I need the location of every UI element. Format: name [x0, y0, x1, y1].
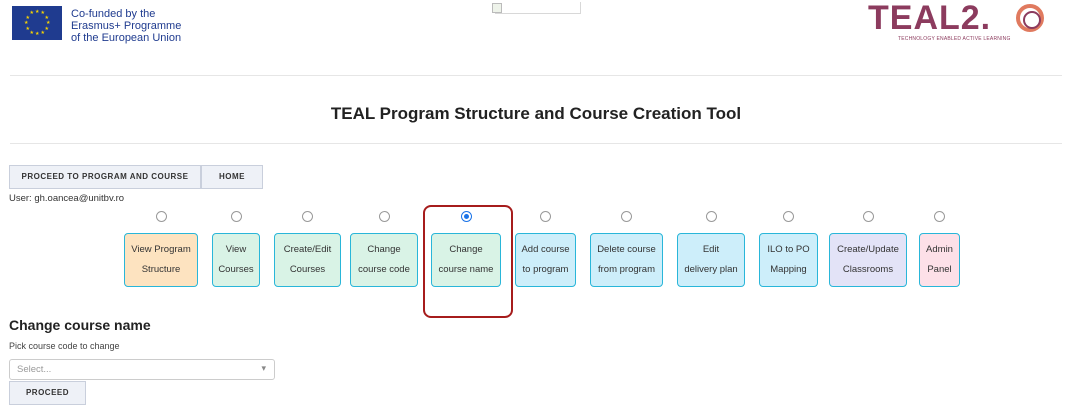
- step-card-label: Courses: [218, 264, 254, 275]
- step-card-label: Mapping: [770, 264, 807, 275]
- eu-text-line: Erasmus+ Programme: [71, 20, 182, 32]
- step-card[interactable]: Admin Panel: [919, 233, 960, 287]
- select-placeholder: Select...: [17, 364, 52, 375]
- step-card[interactable]: Create/Update Classrooms: [829, 233, 907, 287]
- eu-cofunded-text: Co-funded by the Erasmus+ Programme of t…: [71, 8, 181, 44]
- divider: [10, 75, 1062, 76]
- step-card-label: from program: [597, 264, 655, 275]
- step-radio[interactable]: [863, 211, 874, 222]
- step-card-label: Structure: [141, 264, 181, 275]
- step-radio[interactable]: [302, 211, 313, 222]
- course-code-select[interactable]: Select... ▾: [9, 359, 275, 380]
- eu-star-icon: ★: [25, 14, 30, 21]
- step-card-label: Classrooms: [842, 264, 894, 275]
- eu-text-line: of the European Union: [71, 32, 182, 44]
- page-title: TEAL Program Structure and Course Creati…: [330, 104, 742, 123]
- step-card-label: Admin: [926, 244, 953, 255]
- step-card[interactable]: Add course to program: [515, 233, 576, 287]
- step-card[interactable]: Delete course from program: [590, 233, 663, 287]
- chevron-down-icon: ▾: [261, 363, 266, 373]
- eu-star-icon: ★: [35, 9, 40, 15]
- step-card-label: Panel: [927, 264, 952, 275]
- eu-flag-logo: ★ ★ ★ ★ ★ ★ ★ ★ ★ ★ ★ ★: [12, 6, 62, 40]
- home-button[interactable]: HOME: [201, 165, 263, 189]
- eu-text-line: Co-funded by the: [71, 8, 156, 20]
- step-card-label: Add course: [521, 244, 570, 255]
- proceed-to-program-button[interactable]: PROCEED TO PROGRAM AND COURSE: [9, 165, 201, 189]
- step-radio[interactable]: [540, 211, 551, 222]
- step-card-label: delivery plan: [684, 264, 738, 275]
- step-card-label: Create/Edit: [283, 244, 332, 255]
- step-card-label: Edit: [702, 244, 720, 255]
- step-card-label: course code: [358, 264, 410, 275]
- section-hint: Pick course code to change: [9, 341, 120, 351]
- eu-star-icon: ★: [35, 31, 40, 37]
- eu-star-icon: ★: [24, 20, 29, 26]
- step-card-label: View Program: [131, 244, 191, 255]
- section-title: Change course name: [9, 317, 151, 333]
- step-radio[interactable]: [379, 211, 390, 222]
- eu-star-icon: ★: [44, 25, 49, 32]
- step-radio[interactable]: [934, 211, 945, 222]
- teal2-logo-tagline: TECHNOLOGY ENABLED ACTIVE LEARNING: [898, 36, 1011, 42]
- step-radio[interactable]: [156, 211, 167, 222]
- step-radio[interactable]: [231, 211, 242, 222]
- proceed-button[interactable]: PROCEED: [9, 381, 86, 405]
- step-radio[interactable]: [621, 211, 632, 222]
- step-card[interactable]: Change course code: [350, 233, 418, 287]
- eu-star-icon: ★: [40, 29, 45, 36]
- step-radio[interactable]: [706, 211, 717, 222]
- step-card-label: View: [225, 244, 247, 255]
- step-card-label: to program: [522, 264, 569, 275]
- step-card-label: Delete course: [597, 244, 656, 255]
- eu-star-icon: ★: [46, 20, 51, 26]
- user-email: User: gh.oancea@unitbv.ro: [9, 193, 125, 204]
- eu-star-icon: ★: [25, 25, 30, 32]
- eu-star-icon: ★: [29, 29, 34, 36]
- teal2-logo-circle: [1016, 4, 1044, 32]
- divider: [10, 143, 1062, 144]
- step-card-label: Courses: [289, 264, 326, 275]
- broken-image-icon: [492, 2, 581, 14]
- step-card[interactable]: Edit delivery plan: [677, 233, 745, 287]
- step-card-label: Change: [367, 244, 401, 255]
- teal2-logo-word: TEAL2.: [868, 0, 992, 37]
- step-card[interactable]: View Program Structure: [124, 233, 198, 287]
- selection-highlight: [423, 205, 513, 318]
- step-card[interactable]: View Courses: [212, 233, 260, 287]
- eu-star-icon: ★: [44, 14, 49, 21]
- step-card-label: ILO to PO: [767, 244, 810, 255]
- step-card-label: Create/Update: [837, 244, 899, 255]
- step-radio[interactable]: [783, 211, 794, 222]
- eu-star-icon: ★: [29, 10, 34, 17]
- step-card[interactable]: ILO to PO Mapping: [759, 233, 818, 287]
- teal2-logo: TEAL2. TECHNOLOGY ENABLED ACTIVE LEARNIN…: [868, 0, 1048, 44]
- step-card[interactable]: Create/Edit Courses: [274, 233, 341, 287]
